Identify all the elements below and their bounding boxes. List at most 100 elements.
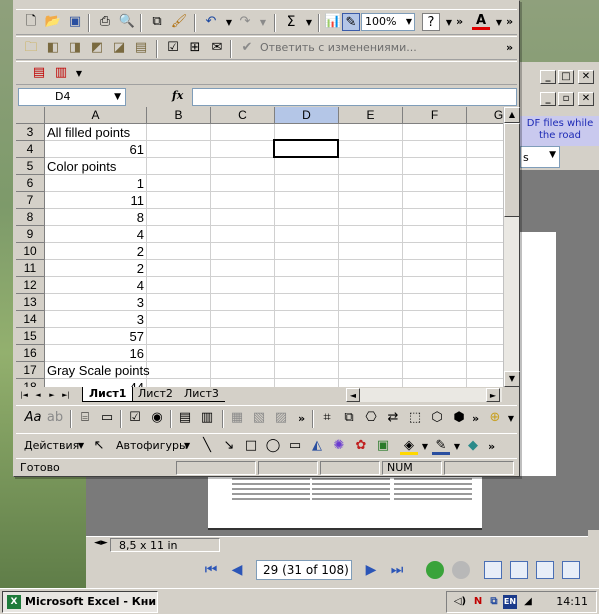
cell-a[interactable]: All filled points: [45, 124, 147, 141]
doc-close-button[interactable]: ✕: [578, 92, 594, 106]
row-header[interactable]: 13: [16, 294, 45, 311]
active-cell-selection[interactable]: [273, 139, 339, 158]
cell[interactable]: [275, 294, 339, 311]
cell[interactable]: [403, 124, 467, 141]
autoshapes-menu[interactable]: Автофигуры: [116, 439, 188, 452]
cell[interactable]: [403, 141, 467, 158]
cell-a[interactable]: 3: [45, 311, 147, 328]
first-page-icon[interactable]: ⏮: [202, 561, 220, 579]
sheet-tab-1[interactable]: Лист1: [82, 387, 134, 402]
cell[interactable]: [403, 328, 467, 345]
last-sheet-icon[interactable]: ►|: [60, 389, 72, 401]
doc-restore-button[interactable]: ▫: [558, 92, 574, 106]
clip-art-icon[interactable]: ✿: [352, 437, 370, 455]
column-header-a[interactable]: A: [45, 107, 147, 124]
option-button-icon[interactable]: ◉: [148, 409, 166, 427]
cell-a[interactable]: Gray Scale points: [45, 362, 150, 379]
flowchart-icon[interactable]: ⧉: [340, 409, 358, 427]
cell[interactable]: [275, 226, 339, 243]
cell[interactable]: [275, 379, 339, 387]
row-header[interactable]: 15: [16, 328, 45, 345]
cell[interactable]: [339, 277, 403, 294]
track-changes-icon[interactable]: ☑: [164, 39, 182, 57]
cell[interactable]: [467, 379, 503, 387]
cell[interactable]: [211, 175, 275, 192]
cell[interactable]: [211, 294, 275, 311]
cell[interactable]: [339, 124, 403, 141]
cell[interactable]: [403, 294, 467, 311]
taskbar-excel-button[interactable]: X Microsoft Excel - Книг...: [2, 591, 158, 613]
cell[interactable]: [147, 209, 211, 226]
row-header[interactable]: 4: [16, 141, 45, 158]
cell[interactable]: [147, 277, 211, 294]
cell[interactable]: [147, 345, 211, 362]
drawing-toggle-icon[interactable]: ✎: [342, 13, 360, 31]
pdf-page-number-input[interactable]: 29 (31 of 108): [256, 560, 352, 580]
row-header[interactable]: 18: [16, 379, 45, 387]
chevron-down-icon[interactable]: ▼: [300, 14, 318, 32]
column-header-c[interactable]: C: [211, 107, 275, 124]
label-icon[interactable]: Aa: [24, 409, 42, 427]
font-color-icon[interactable]: A: [472, 12, 490, 30]
cell[interactable]: [403, 345, 467, 362]
cell[interactable]: [467, 175, 503, 192]
prev-sheet-icon[interactable]: ◄: [32, 389, 44, 401]
cell[interactable]: [147, 226, 211, 243]
row-header[interactable]: 17: [16, 362, 45, 379]
shape-icon[interactable]: ⇄: [384, 409, 402, 427]
show-all-comments-icon[interactable]: ◪: [110, 39, 128, 57]
cell[interactable]: [147, 379, 211, 387]
undo-icon[interactable]: ↶: [202, 13, 220, 31]
help-icon[interactable]: ?: [422, 13, 440, 31]
cell[interactable]: [403, 175, 467, 192]
cell[interactable]: [467, 345, 503, 362]
cell[interactable]: [403, 209, 467, 226]
spreadsheet-grid[interactable]: ABCDEFG 3 All filled points 4 61 5 Color poin…: [16, 107, 503, 387]
cell[interactable]: [339, 362, 403, 379]
cell[interactable]: [339, 379, 403, 387]
cell-a[interactable]: 3: [45, 294, 147, 311]
cell[interactable]: [339, 243, 403, 260]
language-indicator[interactable]: EN: [503, 595, 517, 609]
arrange-icon[interactable]: ⬚: [406, 409, 424, 427]
column-header-f[interactable]: F: [403, 107, 467, 124]
next-page-icon[interactable]: ▶: [362, 561, 380, 579]
minimize-button[interactable]: _: [540, 70, 556, 84]
autosum-icon[interactable]: Σ: [282, 13, 300, 31]
reply-with-changes-label[interactable]: Ответить с изменениями...: [260, 41, 417, 54]
facing-icon[interactable]: [536, 561, 554, 579]
row-header[interactable]: 6: [16, 175, 45, 192]
scroll-right-icon[interactable]: ►: [486, 388, 500, 402]
toolbar-options-icon[interactable]: »: [298, 412, 305, 425]
cell[interactable]: [467, 124, 503, 141]
toolbar-options-icon[interactable]: »: [456, 15, 463, 28]
cell[interactable]: [211, 328, 275, 345]
cell[interactable]: [339, 192, 403, 209]
cell[interactable]: [339, 158, 403, 175]
cell[interactable]: [275, 192, 339, 209]
cell[interactable]: [211, 243, 275, 260]
cell[interactable]: [211, 379, 275, 387]
chevron-down-icon[interactable]: ▼: [502, 410, 520, 428]
row-header[interactable]: 14: [16, 311, 45, 328]
cell[interactable]: [147, 328, 211, 345]
continuous-facing-icon[interactable]: [562, 561, 580, 579]
row-header[interactable]: 8: [16, 209, 45, 226]
scroll-down-icon[interactable]: ▼: [504, 371, 520, 387]
cell-a[interactable]: 2: [45, 260, 147, 277]
continuous-icon[interactable]: [510, 561, 528, 579]
line-icon[interactable]: ╲: [198, 437, 216, 455]
cell[interactable]: [467, 294, 503, 311]
cell[interactable]: [339, 226, 403, 243]
protect-sheet-icon[interactable]: ⊞: [186, 39, 204, 57]
cell[interactable]: [403, 192, 467, 209]
cell[interactable]: [403, 277, 467, 294]
group-box-icon[interactable]: ⌸: [76, 409, 94, 427]
arrow-icon[interactable]: ↘: [220, 437, 238, 455]
print-preview-icon[interactable]: 🔍: [118, 13, 136, 31]
row-header[interactable]: 16: [16, 345, 45, 362]
cell-a[interactable]: 8: [45, 209, 147, 226]
column-header-b[interactable]: B: [147, 107, 211, 124]
diagram-icon[interactable]: ✺: [330, 437, 348, 455]
delete-comment-icon[interactable]: ▤: [132, 39, 150, 57]
